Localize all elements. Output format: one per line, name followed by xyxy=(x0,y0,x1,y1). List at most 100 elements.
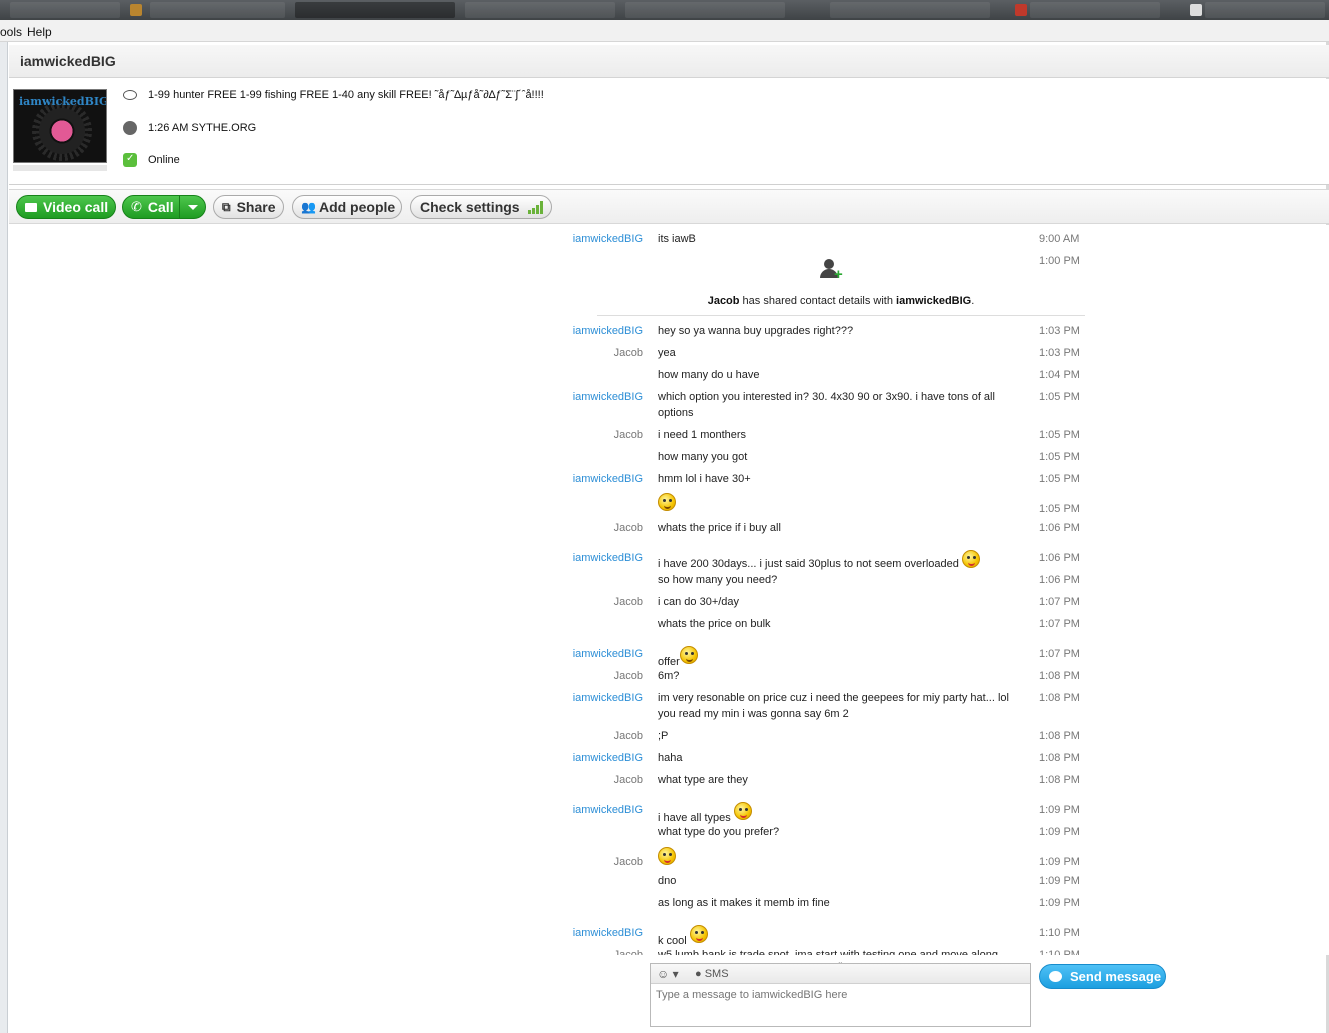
status-text: Online xyxy=(148,154,180,166)
message-sender[interactable]: iamwickedBIG xyxy=(573,802,643,818)
chat-message: Jacob 1:09 PM xyxy=(9,847,1329,869)
add-people-button[interactable]: 👥 Add people xyxy=(292,195,402,219)
smile-emoticon-icon xyxy=(679,646,698,664)
sms-button[interactable]: ● SMS xyxy=(695,968,729,980)
message-sender[interactable]: Jacob xyxy=(614,772,643,788)
contact-share-sender[interactable]: Jacob xyxy=(708,295,740,307)
share-screen-icon: ⧉ xyxy=(222,199,231,214)
send-message-button[interactable]: Send message xyxy=(1039,964,1166,989)
call-toolbar: Video call ✆ Call ⧉ Share 👥 Add people C… xyxy=(9,189,1329,224)
avatar[interactable]: iamwickedBIG xyxy=(13,89,107,163)
message-text: as long as it makes it memb im fine xyxy=(658,897,830,909)
message-sender[interactable]: iamwickedBIG xyxy=(573,646,643,662)
check-settings-button[interactable]: Check settings xyxy=(410,195,552,219)
conversation-history[interactable]: iamwickedBIG its iawB 9:00 AM + 1:00 PM … xyxy=(9,225,1329,955)
message-time: 1:05 PM xyxy=(1039,473,1080,485)
message-time: 9:00 AM xyxy=(1039,233,1080,245)
message-time: 1:06 PM xyxy=(1039,522,1080,534)
message-time: 1:09 PM xyxy=(1039,897,1080,909)
add-contact-icon: + xyxy=(820,259,844,283)
video-camera-icon xyxy=(25,202,37,212)
message-sender[interactable]: iamwickedBIG xyxy=(573,389,643,405)
message-sender[interactable]: iamwickedBIG xyxy=(573,550,643,566)
emoticon-picker-button[interactable]: ☺ ▾ xyxy=(657,967,679,981)
message-text: hmm lol i have 30+ xyxy=(658,473,751,485)
taskbar-item[interactable] xyxy=(830,2,990,18)
message-sender[interactable]: Jacob xyxy=(614,668,643,684)
check-settings-label: Check settings xyxy=(420,199,520,215)
message-sender[interactable]: iamwickedBIG xyxy=(573,471,643,487)
message-text: ;P xyxy=(658,730,669,742)
message-text: how many do u have xyxy=(658,369,760,381)
call-dropdown-button[interactable] xyxy=(179,196,205,218)
message-input[interactable] xyxy=(656,989,1024,1001)
menu-help[interactable]: Help xyxy=(27,25,52,39)
taskbar xyxy=(0,0,1329,20)
message-sender[interactable]: Jacob xyxy=(614,594,643,610)
taskbar-app-icon xyxy=(1015,4,1027,16)
call-label: Call xyxy=(147,199,174,215)
speech-bubble-icon xyxy=(123,90,137,100)
online-status-icon xyxy=(123,153,137,167)
menu-tools[interactable]: ools xyxy=(0,25,22,39)
message-sender[interactable]: Jacob xyxy=(614,345,643,361)
taskbar-app-icon xyxy=(130,4,142,16)
message-sender[interactable]: iamwickedBIG xyxy=(573,690,643,706)
avatar-text: iamwickedBIG xyxy=(19,95,107,108)
conversation-title: iamwickedBIG xyxy=(20,53,116,69)
taskbar-item[interactable] xyxy=(10,2,120,18)
message-time: 1:08 PM xyxy=(1039,774,1080,786)
chat-bubble-icon xyxy=(1049,971,1062,982)
taskbar-item[interactable] xyxy=(465,2,615,18)
message-sender[interactable]: iamwickedBIG xyxy=(573,925,643,941)
message-sender[interactable]: iamwickedBIG xyxy=(573,323,643,339)
sms-icon: ● xyxy=(695,968,705,980)
message-text: what type are they xyxy=(658,774,748,786)
message-time: 1:03 PM xyxy=(1039,347,1080,359)
video-call-button[interactable]: Video call xyxy=(16,195,116,219)
message-sender[interactable]: Jacob xyxy=(614,520,643,536)
share-button[interactable]: ⧉ Share xyxy=(213,195,284,219)
composer-toolbar: ☺ ▾ ● SMS xyxy=(651,964,1030,984)
message-text: so how many you need? xyxy=(658,574,778,586)
message-emoticon xyxy=(658,847,1013,865)
message-text: 6m? xyxy=(658,670,680,682)
message-sender[interactable]: iamwickedBIG xyxy=(573,231,643,247)
message-sender[interactable]: Jacob xyxy=(614,427,643,443)
message-time: 1:06 PM xyxy=(1039,552,1080,564)
tongue-emoticon-icon xyxy=(689,925,708,943)
tongue-emoticon-icon xyxy=(658,847,676,865)
tongue-emoticon-icon xyxy=(733,802,752,820)
message-time: 1:03 PM xyxy=(1039,325,1080,337)
message-time: 1:08 PM xyxy=(1039,692,1080,704)
taskbar-item[interactable] xyxy=(1030,2,1160,18)
message-sender[interactable]: Jacob xyxy=(614,854,643,870)
message-text: haha xyxy=(658,752,683,764)
message-sender[interactable]: Jacob xyxy=(614,947,643,955)
phone-icon: ✆ xyxy=(131,199,142,214)
taskbar-item[interactable] xyxy=(625,2,785,18)
message-text: whats the price on bulk xyxy=(658,618,771,630)
globe-icon xyxy=(123,121,137,135)
message-text: offer xyxy=(658,646,1013,670)
message-time: 1:09 PM xyxy=(1039,826,1080,838)
contact-share-target[interactable]: iamwickedBIG xyxy=(896,295,971,307)
message-time: 1:09 PM xyxy=(1039,875,1080,887)
message-text: dno xyxy=(658,875,677,887)
message-time: 1:05 PM xyxy=(1039,391,1080,403)
message-text: yea xyxy=(658,347,676,359)
taskbar-item[interactable] xyxy=(150,2,285,18)
taskbar-item[interactable] xyxy=(1205,2,1325,18)
mood-message: 1-99 hunter FREE 1-99 fishing FREE 1-40 … xyxy=(148,89,544,101)
message-text: hey so ya wanna buy upgrades right??? xyxy=(658,325,854,337)
message-time: 1:07 PM xyxy=(1039,596,1080,608)
message-time: 1:10 PM xyxy=(1039,927,1080,939)
contact-share-notice: Jacob has shared contact details with ia… xyxy=(597,295,1085,307)
chevron-down-icon xyxy=(187,204,198,210)
call-button[interactable]: ✆ Call xyxy=(122,195,206,219)
message-sender[interactable]: iamwickedBIG xyxy=(573,750,643,766)
taskbar-item-active[interactable] xyxy=(295,2,455,18)
message-text: what type do you prefer? xyxy=(658,826,780,838)
message-sender[interactable]: Jacob xyxy=(614,728,643,744)
sms-label: SMS xyxy=(704,968,729,980)
